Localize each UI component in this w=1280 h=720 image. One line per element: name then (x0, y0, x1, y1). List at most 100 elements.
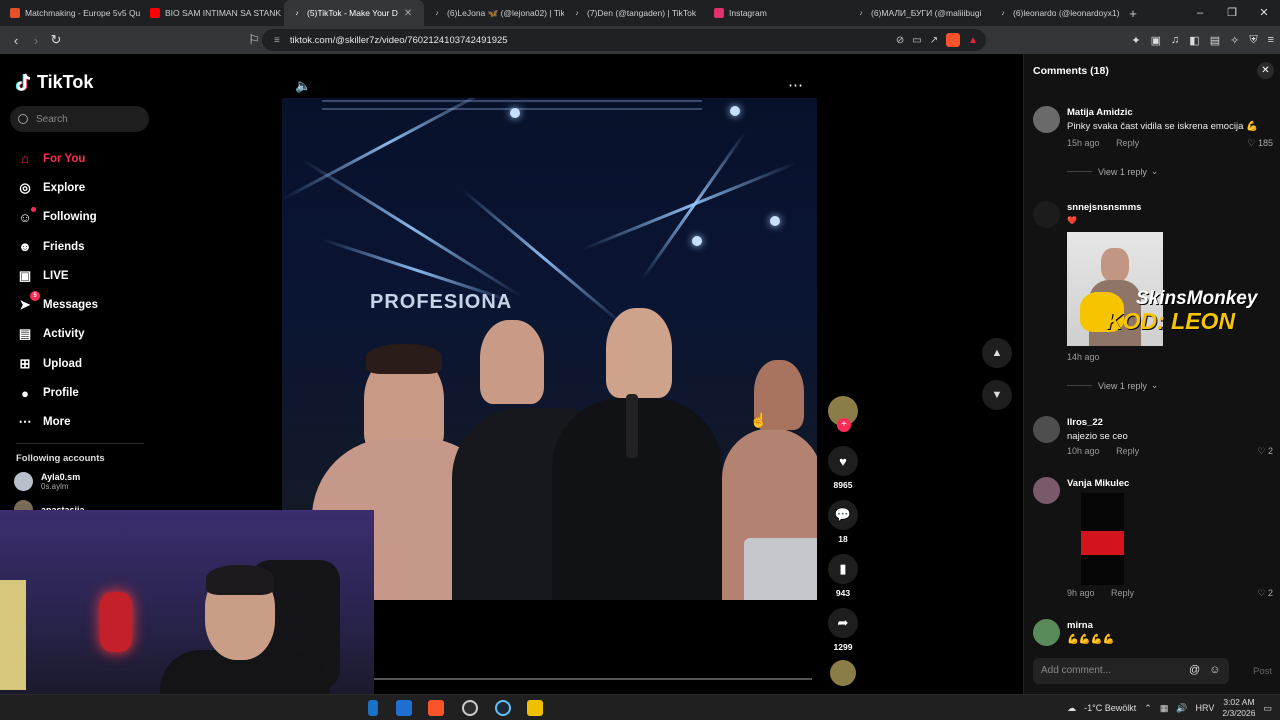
emoji-icon[interactable]: ☺ (1209, 664, 1220, 676)
avatar[interactable] (1033, 201, 1060, 228)
new-tab-button[interactable]: + (1122, 6, 1144, 21)
video-progress-bar[interactable] (374, 678, 812, 680)
nav-item-friends[interactable]: ☻ Friends (16, 232, 98, 261)
tab-close-icon[interactable]: ✕ (404, 8, 412, 19)
nav-item-explore[interactable]: ◎ Explore (16, 173, 98, 202)
video-more-icon[interactable]: ⋯ (788, 76, 803, 94)
previous-video-button[interactable]: ▲ (982, 338, 1012, 368)
minimize-icon[interactable]: – (1184, 0, 1216, 26)
nav-item-messages[interactable]: ➤ 5 Messages (16, 290, 98, 319)
mention-icon[interactable]: @ (1189, 664, 1200, 676)
browser-tab[interactable]: ♪ (6)leonardo (@leonardoyx1) | (990, 0, 1122, 26)
restore-icon[interactable]: ❐ (1216, 0, 1248, 26)
save-button[interactable]: ▮ 943 (828, 554, 858, 598)
wallet-icon[interactable]: ▤ (1210, 34, 1220, 47)
cast-icon[interactable]: ▭ (912, 35, 921, 46)
comment-user[interactable]: lIros_22 (1067, 417, 1103, 428)
post-button[interactable]: Post (1253, 666, 1272, 677)
obs-icon[interactable] (462, 700, 478, 716)
like-button[interactable]: ♥ 8965 (828, 446, 858, 490)
comment-time: 14h ago (1067, 352, 1100, 362)
site-info-icon[interactable]: ≡ (274, 35, 280, 46)
browser-tab[interactable]: ♪ (6)LeJona 🦋 (@lejona02) | TikT (424, 0, 564, 26)
browser-tab[interactable]: ♪ (7)Den (@tangaden) | TikTok (564, 0, 706, 26)
screenshot-icon[interactable]: ▣ (1151, 34, 1161, 47)
comment-like-button[interactable]: ♡ 185 (1247, 138, 1273, 149)
light-beam (640, 131, 747, 281)
address-bar[interactable]: ≡ tiktok.com/@skiller7z/video/7602124103… (262, 29, 986, 51)
reply-button[interactable]: Reply (1116, 138, 1139, 148)
view-replies-button[interactable]: View 1 reply ⌄ (1067, 166, 1158, 177)
browser-tab[interactable]: BIO SAM INTIMAN SA STANK (142, 0, 284, 26)
view-replies-button[interactable]: View 1 reply ⌄ (1067, 380, 1158, 391)
nav-item-live[interactable]: ▣ LIVE (16, 261, 98, 290)
weather-icon[interactable]: ☁ (1067, 703, 1076, 714)
browser-tab[interactable]: ♪ (6)МАЛИ_БУГИ (@maliiibugi (848, 0, 990, 26)
forward-icon[interactable]: › (26, 33, 46, 48)
browser-tab[interactable]: Matchmaking - Europe 5v5 Qu (0, 0, 142, 26)
share-button[interactable]: ➦ 1299 (828, 608, 858, 652)
avatar[interactable] (1033, 416, 1060, 443)
volume-icon[interactable]: 🔊 (1176, 703, 1187, 714)
share-icon[interactable]: ↗ (930, 35, 938, 46)
steam-icon[interactable] (495, 700, 511, 716)
nav-item-activity[interactable]: ▤ Activity (16, 320, 98, 349)
menu-icon[interactable]: ≡ (1268, 34, 1274, 46)
leo-icon[interactable]: ✧ (1230, 34, 1239, 47)
following-account[interactable]: Ayla0.sm 0s.aylm (14, 472, 80, 491)
lang-label[interactable]: HRV (1196, 703, 1215, 713)
avatar[interactable] (1033, 477, 1060, 504)
comment-user[interactable]: snnejsnsnsmms (1067, 202, 1141, 213)
music-disc-avatar[interactable] (830, 660, 856, 686)
next-video-button[interactable]: ▼ (982, 380, 1012, 410)
nav-item-more[interactable]: ⋯ More (16, 408, 98, 437)
follow-plus-icon[interactable]: + (837, 418, 851, 432)
notification-icon[interactable]: ▭ (1263, 703, 1272, 714)
comment-user[interactable]: Matija Amidzic (1067, 107, 1133, 118)
media-icon[interactable]: ♫ (1171, 34, 1179, 46)
camera-off-icon[interactable]: ⊘ (896, 35, 904, 46)
comment-user[interactable]: Vanja Mikulec (1067, 478, 1129, 489)
comment-user[interactable]: mirna (1067, 620, 1093, 631)
comment-like-button[interactable]: ♡ 2 (1257, 588, 1273, 599)
nav-label: Following (43, 211, 97, 224)
brave-shields-icon[interactable] (946, 33, 961, 47)
tiktok-logo[interactable]: TikTok (15, 72, 93, 93)
brave-rewards-icon[interactable]: ▲ (968, 35, 978, 46)
comment-button[interactable]: 💬 18 (828, 500, 858, 544)
clock[interactable]: 3:02 AM 2/3/2026 (1222, 697, 1255, 719)
main-nav: ⌂ For You ◎ Explore ☺ Following ☻ Friends ▣ LIVE ➤… (16, 144, 98, 437)
sidebar-icon[interactable]: ◧ (1189, 34, 1199, 47)
extensions-icon[interactable]: ✦ (1131, 34, 1140, 47)
nav-item-profile[interactable]: ● Profile (16, 378, 98, 407)
nav-item-for-you[interactable]: ⌂ For You (16, 144, 98, 173)
brave-icon[interactable] (428, 700, 444, 716)
comment-image[interactable] (1081, 493, 1124, 585)
vpn-icon[interactable]: ⛨ (1249, 34, 1257, 47)
close-comments-button[interactable]: ✕ (1257, 62, 1274, 79)
network-icon[interactable]: ▦ (1160, 703, 1169, 714)
avatar[interactable] (1033, 106, 1060, 133)
chevron-up-icon[interactable]: ⌃ (1144, 703, 1152, 714)
back-icon[interactable]: ‹ (6, 33, 26, 48)
app-icon[interactable] (368, 700, 378, 716)
bookmark-icon[interactable]: ⚐ (244, 32, 264, 48)
tab-label: (6)leonardo (@leonardoyx1) | (1013, 8, 1122, 18)
volume-icon[interactable]: 🔈 (295, 78, 311, 94)
outlook-icon[interactable] (396, 700, 412, 716)
weather-text[interactable]: -1°C Bewölkt (1084, 703, 1136, 713)
avatar[interactable] (1033, 619, 1060, 646)
tab-label: (6)LeJona 🦋 (@lejona02) | TikT (447, 7, 564, 18)
browser-tab[interactable]: Instagram (706, 0, 848, 26)
reload-icon[interactable]: ↻ (46, 32, 66, 48)
search-input[interactable]: Search (10, 106, 149, 132)
nav-item-following[interactable]: ☺ Following (16, 203, 98, 232)
comment-like-button[interactable]: ♡ 2 (1257, 446, 1273, 457)
close-window-icon[interactable]: ✕ (1248, 0, 1280, 26)
nav-item-upload[interactable]: ⊞ Upload (16, 349, 98, 378)
app-icon[interactable] (527, 700, 543, 716)
reply-button[interactable]: Reply (1116, 446, 1139, 456)
reply-button[interactable]: Reply (1111, 588, 1134, 598)
creator-avatar[interactable]: + (828, 396, 858, 432)
browser-tab-active[interactable]: ♪ (5)TikTok - Make Your D ✕ (284, 0, 424, 26)
